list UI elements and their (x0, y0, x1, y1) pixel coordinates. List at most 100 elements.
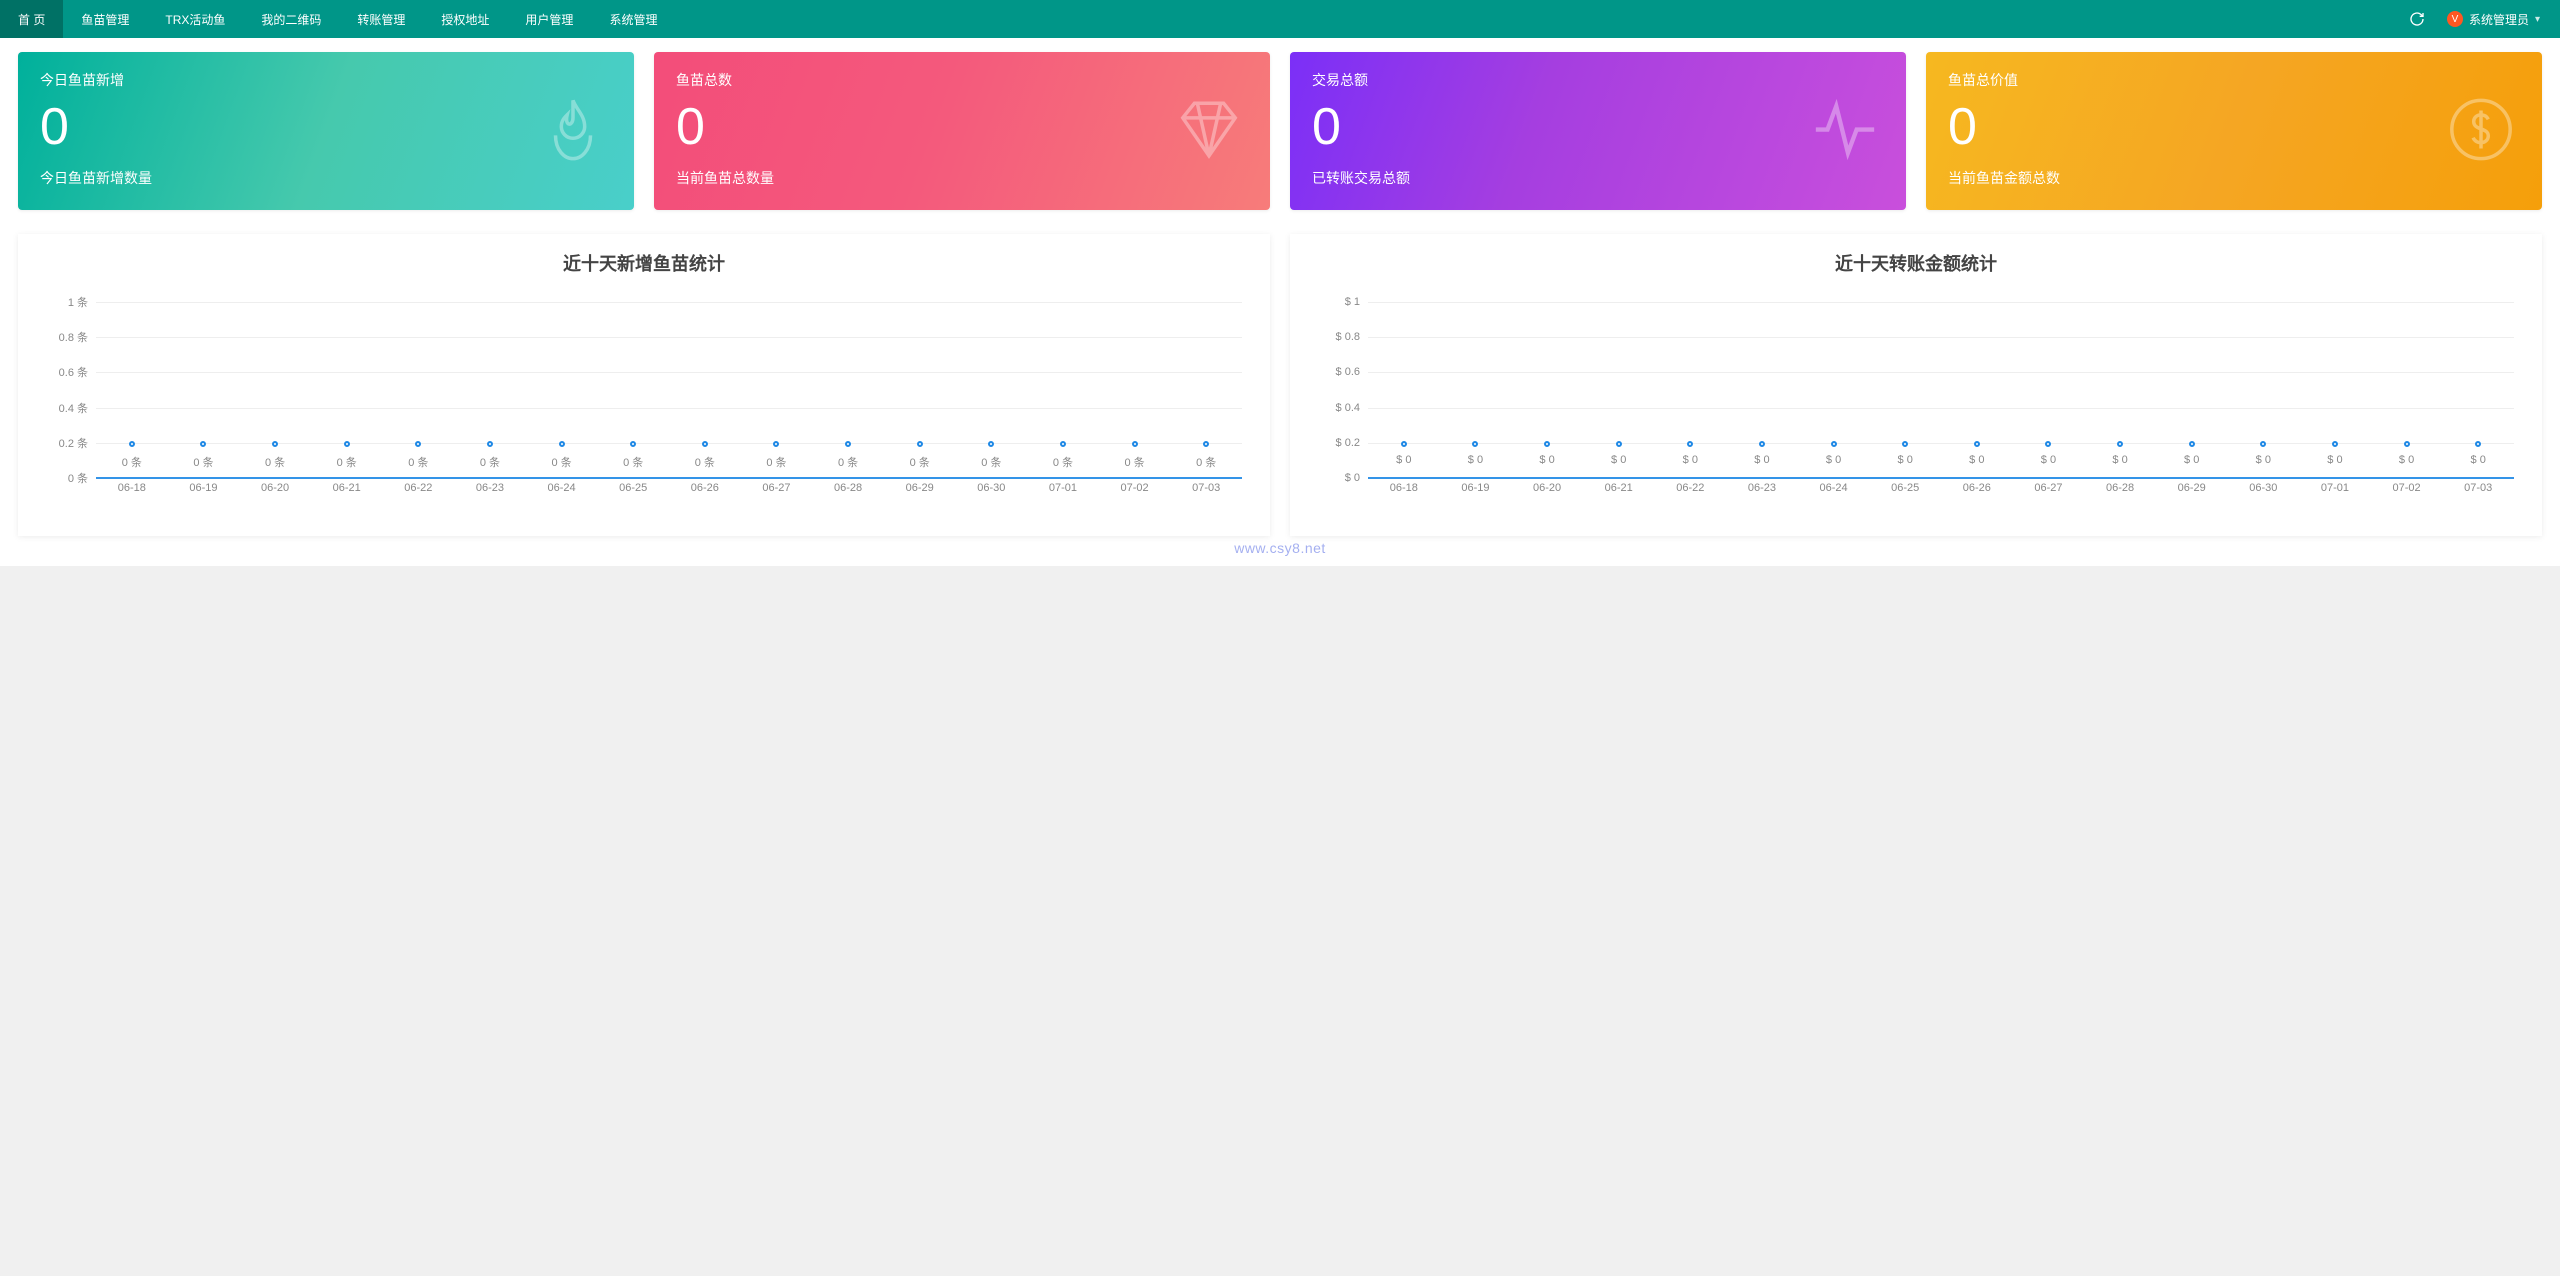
point-label: $ 0 (2112, 454, 2127, 466)
x-tick: $ 006-24 (1798, 478, 1870, 512)
stat-card-0[interactable]: 今日鱼苗新增0今日鱼苗新增数量 (18, 52, 634, 210)
point-label: 0 条 (910, 454, 930, 470)
x-category: 06-18 (96, 482, 168, 494)
data-point (272, 441, 278, 447)
point-label: $ 0 (1611, 454, 1626, 466)
x-tick: 0 条06-18 (96, 478, 168, 512)
x-category: 06-19 (168, 482, 240, 494)
stat-card-3[interactable]: 鱼苗总价值0当前鱼苗金额总数 (1926, 52, 2542, 210)
x-tick: 0 条06-27 (741, 478, 813, 512)
y-tick: $ 0.6 (1336, 366, 1360, 378)
data-point (487, 441, 493, 447)
point-label: 0 条 (193, 454, 213, 470)
x-tick: 0 条06-19 (168, 478, 240, 512)
x-category: 06-19 (1440, 482, 1512, 494)
data-point (1616, 441, 1622, 447)
refresh-button[interactable] (2399, 0, 2435, 38)
chart-area: $ 1$ 0.8$ 0.6$ 0.4$ 0.2$ 0$ 006-18$ 006-… (1298, 302, 2534, 512)
point-label: $ 0 (1754, 454, 1769, 466)
nav-item-0[interactable]: 首 页 (0, 0, 63, 38)
x-tick: 0 条06-21 (311, 478, 383, 512)
data-point (1203, 441, 1209, 447)
point-label: 0 条 (1196, 454, 1216, 470)
nav-item-5[interactable]: 授权地址 (423, 0, 507, 38)
stat-title: 鱼苗总价值 (1948, 70, 2520, 90)
x-tick: $ 007-03 (2442, 478, 2514, 512)
chart-title: 近十天新增鱼苗统计 (26, 250, 1262, 276)
content: 今日鱼苗新增0今日鱼苗新增数量鱼苗总数0当前鱼苗总数量交易总额0已转账交易总额鱼… (0, 38, 2560, 566)
x-category: 06-22 (383, 482, 455, 494)
x-tick: $ 007-01 (2299, 478, 2371, 512)
nav-item-7[interactable]: 系统管理 (591, 0, 675, 38)
fire-icon (538, 95, 608, 168)
nav-item-2[interactable]: TRX活动鱼 (147, 0, 243, 38)
data-point (1401, 441, 1407, 447)
point-label: 0 条 (838, 454, 858, 470)
x-axis: 0 条06-180 条06-190 条06-200 条06-210 条06-22… (96, 478, 1242, 512)
x-category: 06-28 (812, 482, 884, 494)
nav-items: 首 页鱼苗管理TRX活动鱼我的二维码转账管理授权地址用户管理系统管理 (0, 0, 675, 38)
data-point (2117, 441, 2123, 447)
x-tick: $ 006-25 (1869, 478, 1941, 512)
data-point (2260, 441, 2266, 447)
x-category: 06-24 (1798, 482, 1870, 494)
data-point (2404, 441, 2410, 447)
x-category: 06-24 (526, 482, 598, 494)
x-category: 06-27 (2013, 482, 2085, 494)
point-label: 0 条 (623, 454, 643, 470)
stat-card-1[interactable]: 鱼苗总数0当前鱼苗总数量 (654, 52, 1270, 210)
chart-row: 近十天新增鱼苗统计1 条0.8 条0.6 条0.4 条0.2 条0 条0 条06… (18, 234, 2542, 536)
x-tick: 0 条07-03 (1170, 478, 1242, 512)
data-point (988, 441, 994, 447)
x-category: 07-03 (2442, 482, 2514, 494)
x-category: 06-21 (1583, 482, 1655, 494)
x-tick: $ 006-30 (2228, 478, 2300, 512)
point-label: 0 条 (480, 454, 500, 470)
data-point (1472, 441, 1478, 447)
nav-item-4[interactable]: 转账管理 (339, 0, 423, 38)
x-category: 06-25 (1869, 482, 1941, 494)
pulse-icon (1810, 95, 1880, 168)
x-category: 06-27 (741, 482, 813, 494)
x-category: 06-18 (1368, 482, 1440, 494)
nav-item-3[interactable]: 我的二维码 (243, 0, 339, 38)
y-tick: $ 0.2 (1336, 437, 1360, 449)
data-point (702, 441, 708, 447)
x-tick: 0 条06-20 (239, 478, 311, 512)
x-category: 06-22 (1655, 482, 1727, 494)
x-tick: $ 006-20 (1511, 478, 1583, 512)
data-point (1132, 441, 1138, 447)
stat-card-2[interactable]: 交易总额0已转账交易总额 (1290, 52, 1906, 210)
y-tick: 0.6 条 (59, 364, 88, 380)
x-category: 06-23 (454, 482, 526, 494)
nav-item-6[interactable]: 用户管理 (507, 0, 591, 38)
chart-panel-0: 近十天新增鱼苗统计1 条0.8 条0.6 条0.4 条0.2 条0 条0 条06… (18, 234, 1270, 536)
data-point (1060, 441, 1066, 447)
stat-desc: 已转账交易总额 (1312, 168, 1884, 188)
x-tick: 0 条06-24 (526, 478, 598, 512)
data-point (1902, 441, 1908, 447)
x-category: 07-02 (1099, 482, 1171, 494)
x-tick: $ 006-18 (1368, 478, 1440, 512)
x-tick: 0 条07-01 (1027, 478, 1099, 512)
y-tick: 1 条 (68, 294, 88, 310)
y-tick: $ 1 (1345, 296, 1360, 308)
point-label: 0 条 (1124, 454, 1144, 470)
point-label: $ 0 (1683, 454, 1698, 466)
x-tick: 0 条06-23 (454, 478, 526, 512)
user-menu[interactable]: V 系统管理员 ▾ (2435, 11, 2552, 28)
chevron-down-icon: ▾ (2535, 14, 2540, 25)
data-point (559, 441, 565, 447)
stat-title: 交易总额 (1312, 70, 1884, 90)
data-point (1544, 441, 1550, 447)
nav-item-1[interactable]: 鱼苗管理 (63, 0, 147, 38)
y-tick: $ 0 (1345, 472, 1360, 484)
stat-value: 0 (676, 96, 1248, 158)
stat-value: 0 (40, 96, 612, 158)
stat-value: 0 (1948, 96, 2520, 158)
stat-title: 鱼苗总数 (676, 70, 1248, 90)
data-point (2189, 441, 2195, 447)
point-label: $ 0 (2041, 454, 2056, 466)
x-tick: $ 006-28 (2084, 478, 2156, 512)
diamond-icon (1174, 95, 1244, 168)
